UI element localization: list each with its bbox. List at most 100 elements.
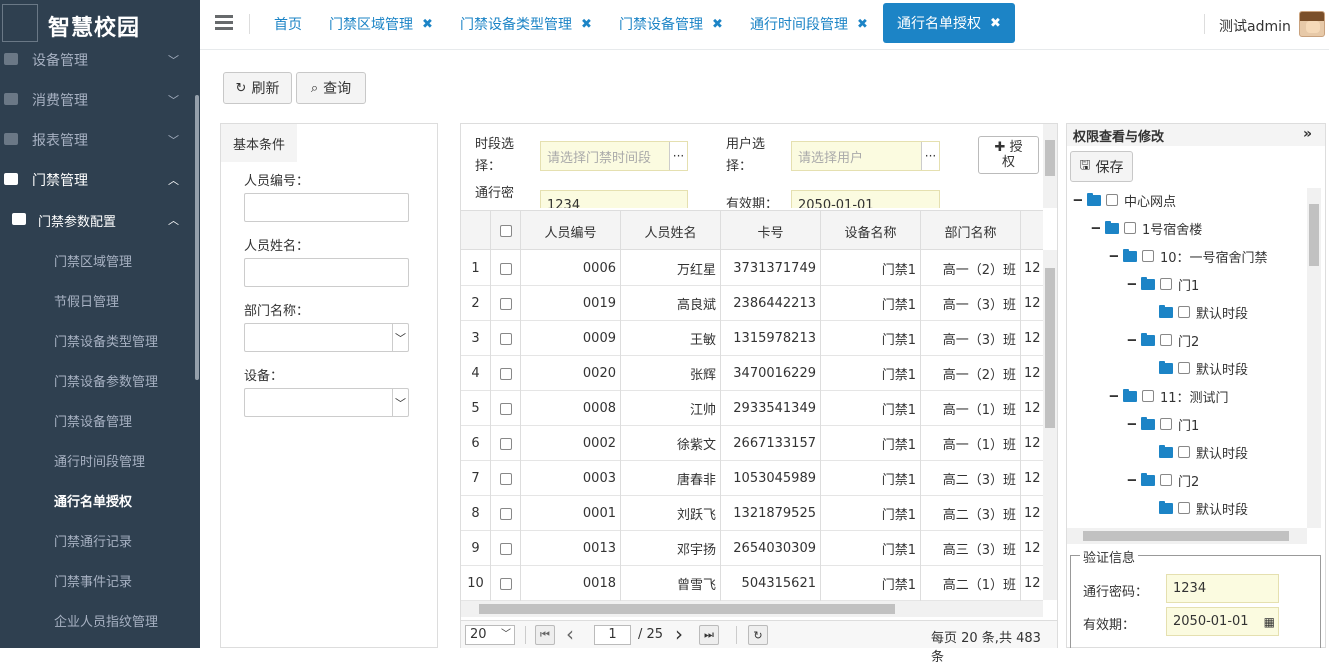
close-icon[interactable]: ✖ bbox=[990, 16, 1001, 31]
row-checkbox[interactable] bbox=[491, 251, 521, 286]
header-person-name[interactable]: 人员姓名 bbox=[621, 211, 721, 251]
tree-checkbox[interactable] bbox=[1142, 250, 1154, 262]
close-icon[interactable]: ✖ bbox=[422, 17, 433, 32]
nav-consumption-management[interactable]: 消费管理 ﹀ bbox=[0, 80, 200, 120]
table-row[interactable]: 2 0019 高良斌 2386442213 门禁1 高一（3）班 12 bbox=[461, 286, 1043, 321]
collapse-toggle-icon[interactable]: ‒ bbox=[1127, 332, 1137, 348]
header-card-no[interactable]: 卡号 bbox=[721, 211, 821, 251]
header-person-no[interactable]: 人员编号 bbox=[521, 211, 621, 251]
nav-access-management[interactable]: 门禁管理 ︿ bbox=[0, 160, 200, 200]
tree-checkbox[interactable] bbox=[1160, 474, 1172, 486]
grid-scrollbar[interactable] bbox=[1043, 250, 1057, 600]
sidebar-item-area[interactable]: 门禁区域管理 bbox=[0, 240, 200, 280]
tree-checkbox[interactable] bbox=[1106, 194, 1118, 206]
tree-scrollbar[interactable] bbox=[1307, 188, 1321, 528]
last-page-button[interactable]: ⏭ bbox=[699, 625, 719, 645]
tab-device-type[interactable]: 门禁设备类型管理 ✖ bbox=[460, 6, 592, 42]
avatar[interactable] bbox=[1299, 11, 1325, 37]
row-checkbox[interactable] bbox=[491, 286, 521, 321]
sidebar-item-device-type[interactable]: 门禁设备类型管理 bbox=[0, 320, 200, 360]
table-row[interactable]: 8 0001 刘跃飞 1321879525 门禁1 高二（3）班 12 bbox=[461, 496, 1043, 531]
sidebar-item-whitelist-auth[interactable]: 通行名单授权 bbox=[0, 480, 200, 520]
tab-time-period[interactable]: 通行时间段管理 ✖ bbox=[750, 6, 868, 42]
tree-node[interactable]: ‒ 11：测试门 bbox=[1109, 385, 1229, 407]
tree-node[interactable]: ‒ 中心网点 bbox=[1073, 189, 1176, 211]
verify-expiry-input[interactable]: 2050-01-01 ▦ bbox=[1166, 607, 1279, 636]
tree-checkbox[interactable] bbox=[1124, 222, 1136, 234]
tree-checkbox[interactable] bbox=[1178, 502, 1190, 514]
tree-checkbox[interactable] bbox=[1178, 306, 1190, 318]
table-row[interactable]: 1 0006 万红星 3731371749 门禁1 高一（2）班 12 bbox=[461, 251, 1043, 286]
refresh-icon[interactable]: ↻ bbox=[748, 625, 768, 645]
page-input[interactable]: 1 bbox=[594, 625, 631, 645]
tab-area-management[interactable]: 门禁区域管理 ✖ bbox=[329, 6, 433, 42]
more-icon[interactable]: ··· bbox=[669, 142, 687, 170]
query-button[interactable]: ⌕ 查询 bbox=[296, 72, 366, 104]
collapse-toggle-icon[interactable]: ‒ bbox=[1127, 416, 1137, 432]
save-button[interactable]: 🖫 保存 bbox=[1070, 151, 1133, 182]
first-page-button[interactable]: ⏮ bbox=[535, 625, 555, 645]
close-icon[interactable]: ✖ bbox=[581, 17, 592, 32]
grid-horizontal-scrollbar[interactable] bbox=[461, 601, 1043, 617]
header-extra[interactable]: 通 bbox=[1021, 211, 1048, 251]
collapse-toggle-icon[interactable]: ‒ bbox=[1127, 472, 1137, 488]
period-select-input[interactable]: 请选择门禁时间段 ··· bbox=[540, 141, 688, 171]
dept-select[interactable]: ﹀ bbox=[244, 323, 409, 352]
row-checkbox[interactable] bbox=[491, 531, 521, 566]
row-checkbox[interactable] bbox=[491, 496, 521, 531]
tree-node[interactable]: ‒ 门2 bbox=[1127, 469, 1199, 491]
header-device-name[interactable]: 设备名称 bbox=[821, 211, 921, 251]
tab-home[interactable]: 首页 bbox=[274, 6, 302, 42]
table-row[interactable]: 10 0018 曾雪飞 504315621 门禁1 高二（1）班 12 bbox=[461, 566, 1043, 601]
sidebar-item-device-param[interactable]: 门禁设备参数管理 bbox=[0, 360, 200, 400]
header-dept-name[interactable]: 部门名称 bbox=[921, 211, 1021, 251]
tree-node[interactable]: 默认时段 bbox=[1145, 357, 1248, 379]
tree-node[interactable]: 默认时段 bbox=[1145, 497, 1248, 519]
sidebar-item-device[interactable]: 门禁设备管理 bbox=[0, 400, 200, 440]
select-all-checkbox[interactable] bbox=[491, 211, 521, 251]
tree-node[interactable]: ‒ 门1 bbox=[1127, 273, 1199, 295]
tab-basic-conditions[interactable]: 基本条件 bbox=[221, 124, 297, 162]
refresh-button[interactable]: ↻ 刷新 bbox=[223, 72, 292, 104]
tree-checkbox[interactable] bbox=[1160, 418, 1172, 430]
nav-report-management[interactable]: 报表管理 ﹀ bbox=[0, 120, 200, 160]
device-select[interactable]: ﹀ bbox=[244, 388, 409, 417]
collapse-toggle-icon[interactable]: ‒ bbox=[1109, 248, 1119, 264]
row-checkbox[interactable] bbox=[491, 391, 521, 426]
row-checkbox[interactable] bbox=[491, 566, 521, 601]
tree-checkbox[interactable] bbox=[1178, 446, 1190, 458]
collapse-icon[interactable]: » bbox=[1303, 126, 1312, 142]
sidebar-item-holiday[interactable]: 节假日管理 bbox=[0, 280, 200, 320]
more-icon[interactable]: ··· bbox=[921, 142, 939, 170]
tree-node[interactable]: 默认时段 bbox=[1145, 441, 1248, 463]
authorize-button[interactable]: ✚ 授权 bbox=[978, 136, 1039, 174]
tree-checkbox[interactable] bbox=[1178, 362, 1190, 374]
pwd-input[interactable]: 1234 bbox=[540, 190, 688, 208]
tree-horizontal-scrollbar[interactable] bbox=[1067, 528, 1307, 544]
tree-checkbox[interactable] bbox=[1160, 334, 1172, 346]
sidebar-item-event-records[interactable]: 门禁事件记录 bbox=[0, 560, 200, 600]
page-size-select[interactable]: 20 ﹀ bbox=[465, 625, 515, 645]
tree-checkbox[interactable] bbox=[1142, 390, 1154, 402]
row-checkbox[interactable] bbox=[491, 321, 521, 356]
prev-page-button[interactable]: ‹ bbox=[566, 622, 574, 646]
menu-toggle-icon[interactable] bbox=[215, 15, 233, 31]
next-page-button[interactable]: › bbox=[675, 622, 683, 646]
verify-pwd-input[interactable]: 1234 bbox=[1166, 574, 1279, 603]
tree-node[interactable]: 默认时段 bbox=[1145, 301, 1248, 323]
collapse-toggle-icon[interactable]: ‒ bbox=[1127, 276, 1137, 292]
collapse-toggle-icon[interactable]: ‒ bbox=[1109, 388, 1119, 404]
sidebar-item-fingerprint[interactable]: 企业人员指纹管理 bbox=[0, 600, 200, 640]
tree-node[interactable]: ‒ 10：一号宿舍门禁 bbox=[1109, 245, 1268, 267]
tree-node[interactable]: ‒ 门1 bbox=[1127, 413, 1199, 435]
tree-node[interactable]: ‒ 门2 bbox=[1127, 329, 1199, 351]
expiry-input[interactable]: 2050-01-01 bbox=[791, 190, 940, 208]
table-row[interactable]: 7 0003 唐春非 1053045989 门禁1 高二（3）班 12 bbox=[461, 461, 1043, 496]
form-scrollbar[interactable] bbox=[1043, 124, 1057, 208]
close-icon[interactable]: ✖ bbox=[712, 17, 723, 32]
sidebar-item-time-period[interactable]: 通行时间段管理 bbox=[0, 440, 200, 480]
tree-checkbox[interactable] bbox=[1160, 278, 1172, 290]
table-row[interactable]: 6 0002 徐紫文 2667133157 门禁1 高一（1）班 12 bbox=[461, 426, 1043, 461]
user-select-input[interactable]: 请选择用户 ··· bbox=[791, 141, 940, 171]
close-icon[interactable]: ✖ bbox=[857, 17, 868, 32]
